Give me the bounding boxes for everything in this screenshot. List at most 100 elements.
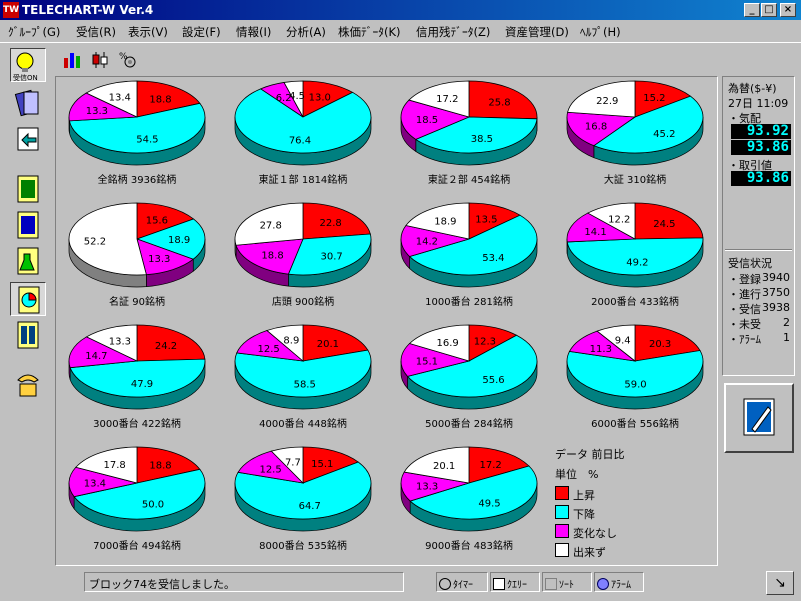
pie-value-label: 58.5	[294, 379, 316, 390]
status-received-value: 3938	[762, 301, 790, 314]
pie-chart: 24.5 49.2 14.112.2 2000番台 433銘柄	[566, 202, 704, 308]
app-logo-icon[interactable]: TW	[3, 2, 19, 18]
legend-label-down: 下降	[573, 508, 595, 521]
pie-value-label: 12.5	[258, 344, 280, 355]
telephone-button[interactable]	[10, 368, 46, 402]
svg-text:受信ON: 受信ON	[13, 73, 38, 82]
pie-value-label: 20.3	[649, 339, 671, 350]
pie-chart: 20.3 59.0 11.39.4 6000番台 556銘柄	[566, 324, 704, 430]
pie-chart: 22.8 30.7 18.8 27.8 店頭 900銘柄	[234, 202, 372, 308]
pie-caption: 6000番台 556銘柄	[591, 417, 679, 430]
pie-value-label: 20.1	[433, 461, 455, 472]
legend-label-up: 上昇	[573, 489, 595, 502]
menu-group[interactable]: ｸﾞﾙｰﾌﾟ(G)	[8, 24, 60, 40]
percent-network-icon[interactable]: %	[118, 50, 138, 70]
menu-asset[interactable]: 資産管理(D)	[505, 24, 569, 40]
refresh-folder-button[interactable]	[10, 122, 46, 156]
panel-divider	[725, 249, 792, 251]
bookmarks-icon	[14, 89, 39, 117]
pie-chart: 17.2 49.5 13.3 20.1 9000番台 483銘柄	[400, 446, 538, 552]
pie-value-label: 12.5	[259, 465, 281, 476]
fx-quote-ask: 93.86	[731, 140, 791, 155]
receive-on-button[interactable]: 受信ON	[10, 48, 46, 82]
pie-value-label: 59.0	[624, 379, 646, 390]
title-bar[interactable]: TW TELECHART-W Ver.4 _ □ ×	[0, 0, 801, 20]
query-button[interactable]: ｸｴﾘｰ	[490, 572, 540, 592]
close-button[interactable]: ×	[780, 3, 796, 17]
table-view-button[interactable]	[10, 208, 46, 242]
document-edit-button[interactable]	[724, 383, 794, 453]
pie-value-label: 12.2	[608, 214, 630, 225]
query-icon	[493, 578, 505, 590]
menu-analysis[interactable]: 分析(A)	[286, 24, 326, 40]
pie-value-label: 13.5	[475, 215, 497, 226]
bookmarks-button[interactable]	[10, 86, 46, 120]
pie-value-label: 30.7	[321, 251, 343, 262]
alarm-button[interactable]: ｱﾗｰﾑ	[594, 572, 644, 592]
pie-caption: 1000番台 281銘柄	[425, 295, 513, 308]
pie-chart: 12.3 55.6 15.1 16.9 5000番台 284銘柄	[400, 324, 538, 430]
pie-chart-button[interactable]	[10, 282, 46, 316]
pie-value-label: 4.5	[289, 91, 305, 102]
diagonal-arrow-icon: ↘	[774, 575, 786, 591]
pie-value-label: 15.6	[146, 215, 168, 226]
pie-value-label: 55.6	[482, 375, 504, 386]
pie-chart: 15.2 45.2 16.8 22.9 大証 310銘柄	[566, 80, 704, 186]
analysis-button[interactable]	[10, 244, 46, 278]
legend-title: データ 前日比	[555, 448, 625, 461]
pie-chart: 18.8 50.0 13.4 17.8 7000番台 494銘柄	[68, 446, 206, 552]
menu-receive[interactable]: 受信(R)	[76, 24, 116, 40]
status-alarm-value: 1	[783, 331, 790, 344]
pie-value-label: 25.8	[488, 98, 510, 109]
table-view-icon	[17, 211, 39, 239]
menu-settings[interactable]: 設定(F)	[182, 24, 221, 40]
status-progress-label: ・進行	[728, 288, 761, 301]
fx-title: 為替($-¥)	[728, 82, 777, 95]
menu-stock-data[interactable]: 株価ﾃﾞｰﾀ(K)	[338, 24, 401, 40]
menu-info[interactable]: 情報(I)	[236, 24, 271, 40]
pie-value-label: 9.4	[615, 336, 631, 347]
fx-quote-bid: 93.92	[731, 124, 791, 139]
pie-caption: 2000番台 433銘柄	[591, 295, 679, 308]
pie-value-label: 15.1	[416, 356, 438, 367]
pie-value-label: 64.7	[299, 501, 321, 512]
pie-caption: 全銘柄 3936銘柄	[98, 173, 177, 186]
menu-view[interactable]: 表示(V)	[128, 24, 168, 40]
pie-value-label: 53.4	[482, 253, 504, 264]
sort-button[interactable]: ｿｰﾄ	[542, 572, 592, 592]
book-button[interactable]	[10, 318, 46, 352]
minimize-button[interactable]: _	[744, 3, 760, 17]
legend-label-unchanged: 変化なし	[573, 527, 617, 540]
toolbar: %	[0, 42, 801, 74]
fx-time: 27日 11:09	[728, 97, 789, 110]
pie-value-label: 11.3	[590, 344, 612, 355]
status-registered-label: ・登録	[728, 273, 761, 286]
pie-caption: 東証２部 454銘柄	[428, 173, 510, 186]
pie-value-label: 18.8	[149, 460, 171, 471]
pie-value-label: 14.2	[416, 236, 438, 247]
legend-swatch-down	[555, 505, 569, 519]
pie-value-label: 17.2	[480, 460, 502, 471]
pie-caption: 3000番台 422銘柄	[93, 417, 181, 430]
menu-help[interactable]: ﾍﾙﾌﾟ(H)	[580, 24, 621, 40]
pie-value-label: 45.2	[653, 129, 675, 140]
legend-swatch-unchanged	[555, 524, 569, 538]
pie-caption: 名証 90銘柄	[109, 295, 165, 308]
bar-chart-icon[interactable]	[62, 50, 82, 70]
pie-value-label: 17.8	[104, 460, 126, 471]
pie-chart: 15.618.9 13.3 52.2 名証 90銘柄	[68, 202, 206, 308]
maximize-button[interactable]: □	[761, 3, 777, 17]
pie-value-label: 13.3	[416, 481, 438, 492]
sort-label: ｿｰﾄ	[559, 580, 574, 591]
pie-caption: 9000番台 483銘柄	[425, 539, 513, 552]
list-view-button[interactable]	[10, 172, 46, 206]
pie-value-label: 16.8	[585, 122, 607, 133]
svg-text:%: %	[119, 52, 128, 62]
pie-value-label: 17.2	[436, 94, 458, 105]
resize-arrow-button[interactable]: ↘	[766, 571, 794, 595]
pie-chart: 24.2 47.9 14.713.3 3000番台 422銘柄	[68, 324, 206, 430]
candlestick-icon[interactable]	[90, 50, 110, 70]
legend-swatch-not-traded	[555, 543, 569, 557]
menu-margin-data[interactable]: 信用残ﾃﾞｰﾀ(Z)	[416, 24, 490, 40]
timer-button[interactable]: ﾀｲﾏｰ	[436, 572, 488, 592]
